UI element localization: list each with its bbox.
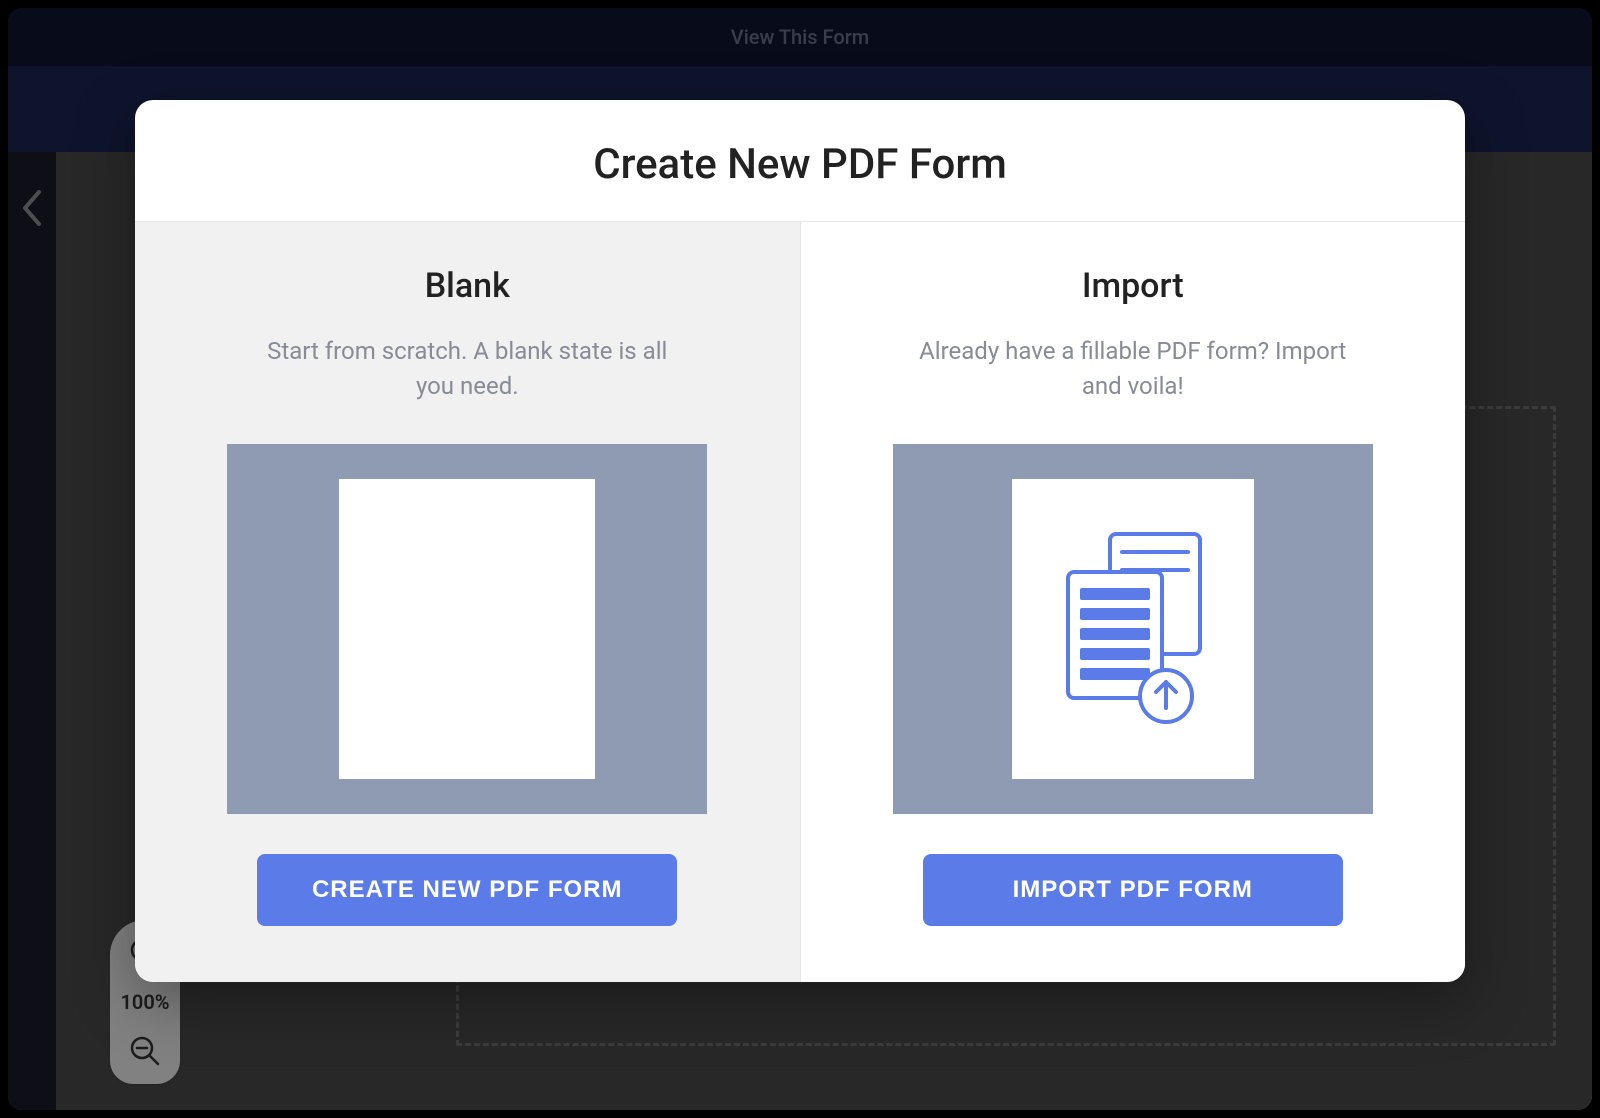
- option-import: Import Already have a fillable PDF form?…: [801, 222, 1466, 982]
- option-blank-description: Start from scratch. A blank state is all…: [252, 334, 682, 404]
- option-import-title: Import: [1082, 266, 1184, 306]
- modal-body: Blank Start from scratch. A blank state …: [135, 222, 1465, 982]
- import-pdf-button[interactable]: IMPORT PDF FORM: [923, 854, 1343, 926]
- create-pdf-modal: Create New PDF Form Blank Start from scr…: [135, 100, 1465, 982]
- option-blank: Blank Start from scratch. A blank state …: [135, 222, 801, 982]
- modal-title: Create New PDF Form: [155, 140, 1445, 189]
- option-import-description: Already have a fillable PDF form? Import…: [918, 334, 1348, 404]
- blank-page-icon: [339, 479, 595, 779]
- blank-page-preview: [227, 444, 707, 814]
- upload-form-icon: [1012, 479, 1254, 779]
- modal-header: Create New PDF Form: [135, 100, 1465, 222]
- create-new-pdf-button[interactable]: CREATE NEW PDF FORM: [257, 854, 677, 926]
- option-blank-title: Blank: [425, 266, 510, 306]
- import-form-preview: [893, 444, 1373, 814]
